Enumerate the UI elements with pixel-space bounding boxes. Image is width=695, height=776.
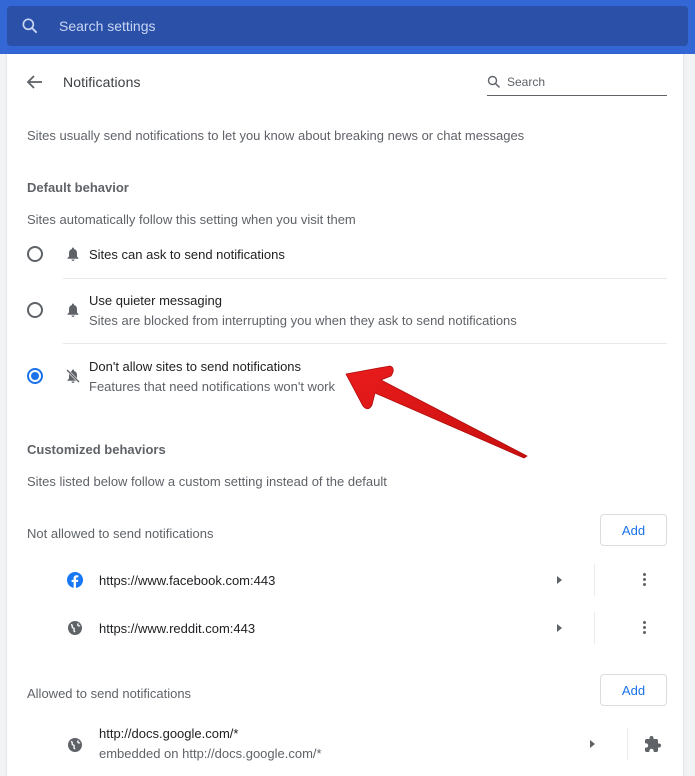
site-row-docs-google[interactable]: http://docs.google.com/* embedded on htt… xyxy=(7,718,683,772)
option-title: Don't allow sites to send notifications xyxy=(89,359,302,374)
globe-icon xyxy=(68,621,82,635)
globe-icon xyxy=(68,738,82,752)
option-subtitle: Sites are blocked from interrupting you … xyxy=(89,313,517,328)
more-vert-icon[interactable] xyxy=(639,620,651,636)
bell-icon xyxy=(67,303,79,317)
option-sites-can-ask[interactable]: Sites can ask to send notifications xyxy=(7,234,683,278)
intro-text: Sites usually send notifications to let … xyxy=(27,128,525,143)
site-row-reddit[interactable]: https://www.reddit.com:443 xyxy=(7,604,683,652)
blocked-section-label: Not allowed to send notifications xyxy=(27,526,214,541)
bell-off-icon xyxy=(65,368,81,384)
expand-arrow-icon[interactable] xyxy=(590,740,595,748)
option-title: Sites can ask to send notifications xyxy=(89,247,285,262)
bell-icon xyxy=(67,247,79,261)
site-url: http://docs.google.com/* xyxy=(99,726,239,741)
facebook-icon xyxy=(67,572,83,588)
notifications-card: Notifications Sites usually send notific… xyxy=(7,54,683,776)
radio-quieter-messaging[interactable] xyxy=(27,302,43,318)
vertical-divider xyxy=(627,728,628,760)
search-icon xyxy=(487,75,501,89)
radio-sites-can-ask[interactable] xyxy=(27,246,43,262)
vertical-divider xyxy=(594,564,595,596)
customized-behaviors-heading: Customized behaviors xyxy=(27,442,166,457)
page-title: Notifications xyxy=(63,74,141,90)
notifications-search-input[interactable] xyxy=(507,72,657,92)
default-behavior-heading: Default behavior xyxy=(27,180,129,195)
site-row-facebook[interactable]: https://www.facebook.com:443 xyxy=(7,556,683,604)
option-dont-allow[interactable]: Don't allow sites to send notifications … xyxy=(7,344,683,408)
settings-topbar: Search settings xyxy=(0,0,695,54)
add-blocked-site-button[interactable]: Add xyxy=(600,514,667,546)
radio-dont-allow[interactable] xyxy=(27,368,43,384)
site-embedded-on: embedded on http://docs.google.com/* xyxy=(99,746,322,761)
notifications-search-field[interactable] xyxy=(487,72,667,96)
add-allowed-site-button[interactable]: Add xyxy=(600,674,667,706)
site-url: https://www.facebook.com:443 xyxy=(99,573,276,588)
option-title: Use quieter messaging xyxy=(89,293,222,308)
allowed-section-label: Allowed to send notifications xyxy=(27,686,192,701)
search-settings-box[interactable]: Search settings xyxy=(7,6,688,46)
default-behavior-description: Sites automatically follow this setting … xyxy=(27,212,356,227)
option-quieter-messaging[interactable]: Use quieter messaging Sites are blocked … xyxy=(7,279,683,343)
site-url: https://www.reddit.com:443 xyxy=(99,621,256,636)
option-subtitle: Features that need notifications won't w… xyxy=(89,379,336,394)
extension-puzzle-icon[interactable] xyxy=(644,735,662,753)
expand-arrow-icon[interactable] xyxy=(557,624,562,632)
vertical-divider xyxy=(594,612,595,644)
more-vert-icon[interactable] xyxy=(639,572,651,588)
search-icon xyxy=(22,18,38,34)
expand-arrow-icon[interactable] xyxy=(557,576,562,584)
customized-behaviors-description: Sites listed below follow a custom setti… xyxy=(27,474,387,489)
arrow-back-icon[interactable] xyxy=(25,74,45,90)
search-settings-placeholder: Search settings xyxy=(59,18,156,34)
